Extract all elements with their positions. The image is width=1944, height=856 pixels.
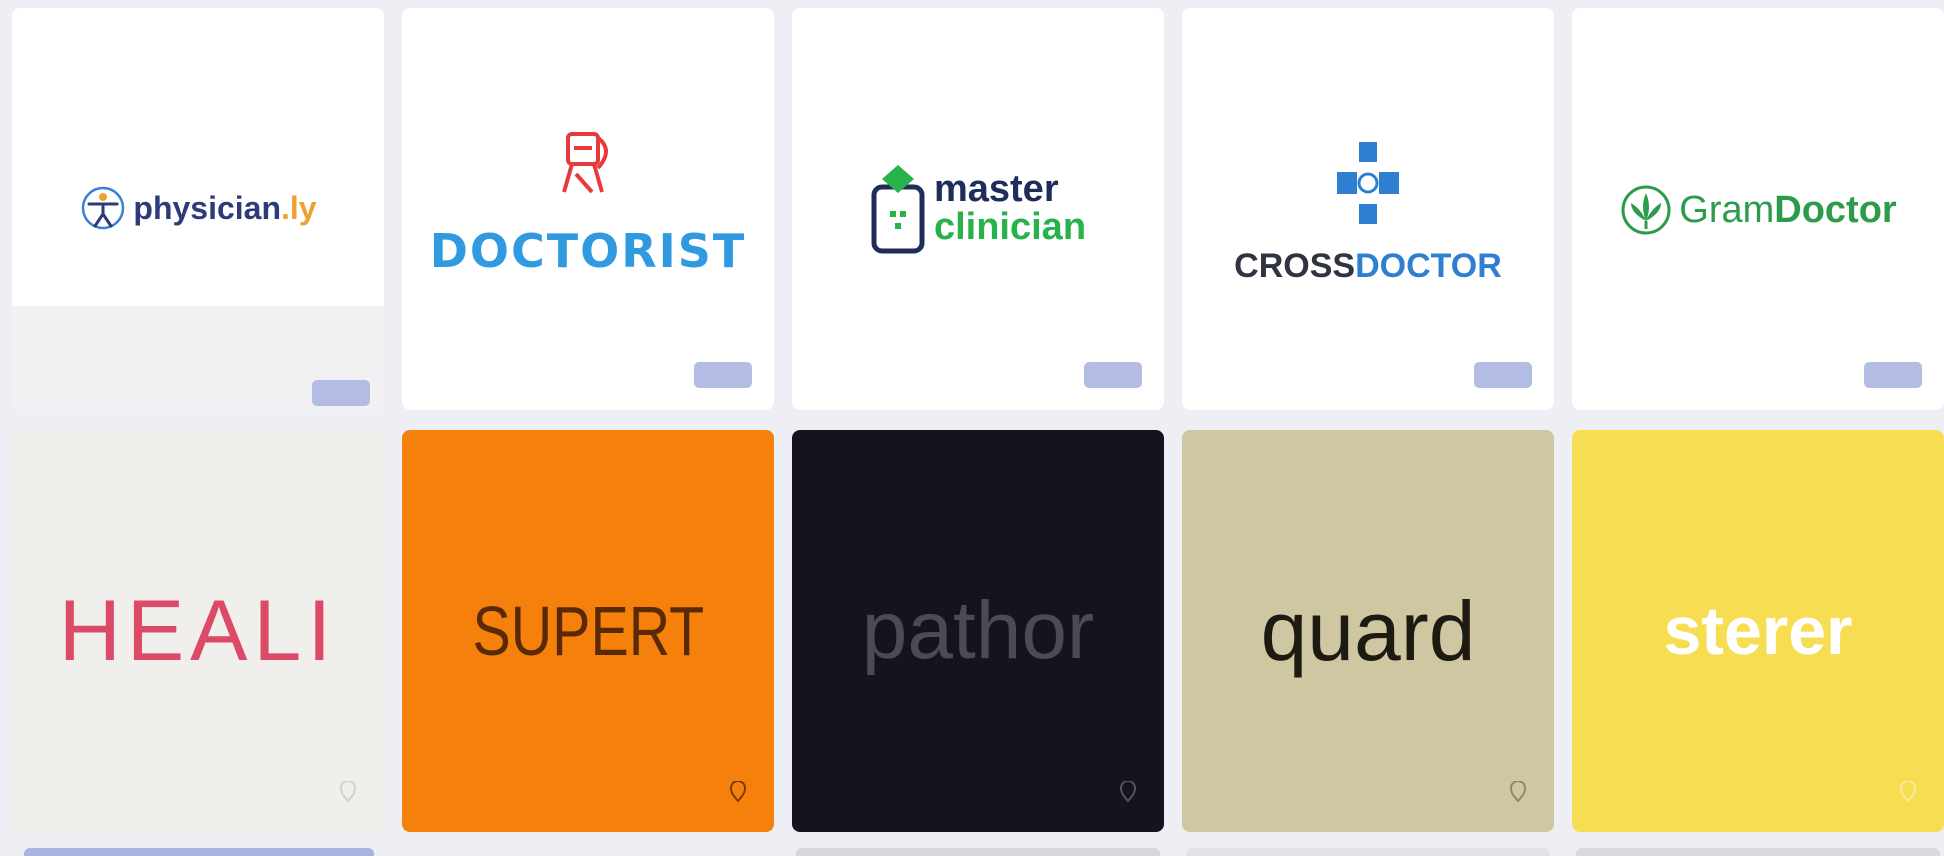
master-clinician-line2: clinician	[933, 206, 1087, 248]
physicianly-name: physician.ly	[133, 190, 316, 227]
card-badge	[1084, 362, 1142, 388]
logo-tile-sterer[interactable]: sterer	[1572, 430, 1944, 832]
gramdoctor-logo: GramDoctor	[1572, 170, 1944, 250]
next-row-card-edge	[1186, 848, 1550, 856]
doctorist-wordmark: DOCTORIST	[402, 224, 774, 278]
figure-icon	[79, 184, 127, 232]
clipboard-icon	[870, 161, 926, 255]
next-row-card-edge	[796, 848, 1160, 856]
physicianly-name-part2: .ly	[281, 189, 317, 226]
pathor-wordmark: pathor	[792, 430, 1164, 832]
logo-tile-supert[interactable]: SUPERT	[402, 430, 774, 832]
gramdoctor-part1: Gram	[1679, 188, 1775, 231]
logo-card-doctorist[interactable]: DOCTORIST	[402, 8, 774, 410]
quard-text: quard	[1260, 583, 1476, 678]
next-row-card-edge	[1576, 848, 1940, 856]
sterer-wordmark: sterer	[1572, 430, 1944, 832]
doctorist-name: DOCTORIST	[429, 224, 747, 278]
doctor-icon	[402, 128, 774, 198]
master-clinician-line1: master	[933, 168, 1059, 210]
favorite-icon[interactable]	[1118, 780, 1138, 804]
logo-tile-heali[interactable]: HEALI	[12, 430, 384, 832]
supert-wordmark: SUPERT	[402, 430, 774, 832]
pathor-text: pathor	[861, 585, 1095, 676]
physicianly-logo: physician.ly	[12, 158, 384, 258]
heali-text: HEALI	[58, 582, 338, 679]
favorite-icon[interactable]	[1898, 780, 1918, 804]
logo-card-master-clinician[interactable]: master clinician	[792, 8, 1164, 410]
logo-grid: physician.ly DOCTORIST master clinician …	[0, 0, 1944, 856]
leaf-icon	[1619, 183, 1673, 237]
favorite-icon[interactable]	[1508, 780, 1528, 804]
gramdoctor-part2: Doctor	[1774, 188, 1897, 231]
card-badge	[312, 380, 370, 406]
heali-wordmark: HEALI	[12, 430, 384, 832]
logo-tile-quard[interactable]: quard	[1182, 430, 1554, 832]
card-badge	[1474, 362, 1532, 388]
physicianly-name-part1: physician	[133, 189, 282, 226]
next-row-card-edge	[24, 848, 374, 856]
favorite-icon[interactable]	[728, 780, 748, 804]
supert-text: SUPERT	[472, 592, 704, 670]
logo-card-gramdoctor[interactable]: GramDoctor	[1572, 8, 1944, 410]
logo-card-physicianly[interactable]: physician.ly	[12, 8, 384, 410]
card-badge	[694, 362, 752, 388]
crossdoctor-wordmark: CROSSDOCTOR	[1182, 244, 1554, 288]
crossdoctor-part1: CROSS	[1234, 246, 1356, 285]
cross-icon	[1182, 138, 1554, 228]
crossdoctor-part2: DOCTOR	[1355, 246, 1502, 285]
card-badge	[1864, 362, 1922, 388]
sterer-text: sterer	[1663, 593, 1853, 669]
logo-tile-pathor[interactable]: pathor	[792, 430, 1164, 832]
master-clinician-logo: master clinician	[792, 148, 1164, 268]
quard-wordmark: quard	[1182, 430, 1554, 832]
logo-card-crossdoctor[interactable]: CROSSDOCTOR	[1182, 8, 1554, 410]
favorite-icon[interactable]	[338, 780, 358, 804]
